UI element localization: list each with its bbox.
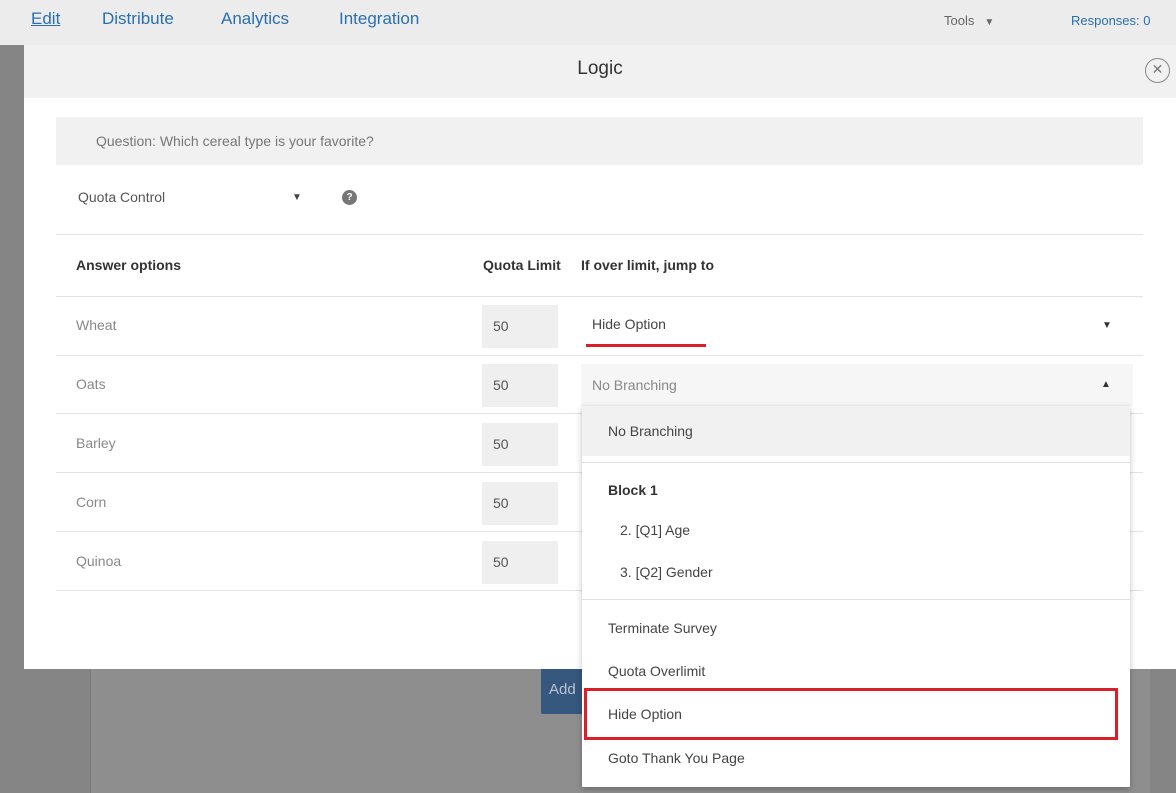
answer-option-label: Quinoa	[76, 553, 122, 569]
menu-item-quota-overlimit[interactable]: Quota Overlimit	[582, 663, 1130, 679]
menu-item-goto-thank-you-page[interactable]: Goto Thank You Page	[582, 750, 1130, 766]
red-highlight-box	[584, 688, 1118, 740]
jump-to-select-value: No Branching	[592, 377, 677, 393]
column-header-jump-to: If over limit, jump to	[581, 257, 715, 273]
modal-title: Logic	[577, 58, 623, 79]
column-header-answer-options: Answer options	[76, 257, 182, 273]
modal-header: Logic ✕	[24, 45, 1176, 98]
answer-option-label: Corn	[76, 494, 107, 510]
menu-divider	[582, 462, 1130, 463]
divider	[56, 296, 1143, 297]
menu-item-terminate-survey[interactable]: Terminate Survey	[582, 620, 1130, 636]
menu-item-no-branching[interactable]: No Branching	[582, 406, 1130, 456]
quota-limit-input[interactable]: 50	[482, 305, 558, 348]
quota-limit-input[interactable]: 50	[482, 541, 558, 584]
tools-label: Tools	[944, 13, 975, 28]
close-icon[interactable]: ✕	[1145, 58, 1170, 83]
background-add-label: Add	[549, 681, 576, 698]
menu-group-header: Block 1	[608, 482, 658, 498]
menu-item-question[interactable]: 3. [Q2] Gender	[582, 564, 1130, 580]
nav-tab-distribute[interactable]: Distribute	[102, 9, 174, 29]
chevron-down-icon[interactable]: ▼	[1102, 320, 1112, 331]
responses-count[interactable]: Responses: 0	[1071, 13, 1151, 28]
question-bar: Question: Which cereal type is your favo…	[56, 117, 1143, 165]
jump-to-dropdown-menu: No Branching Block 1 2. [Q1] Age 3. [Q2]…	[582, 406, 1130, 787]
chevron-down-icon: ▼	[984, 17, 995, 28]
quota-limit-input[interactable]: 50	[482, 423, 558, 466]
jump-to-select-open[interactable]: No Branching ▲	[581, 364, 1133, 406]
divider	[56, 234, 1143, 235]
red-underline-annotation	[586, 344, 706, 347]
nav-tab-analytics[interactable]: Analytics	[221, 9, 289, 29]
divider	[56, 355, 1143, 356]
chevron-up-icon[interactable]: ▲	[1101, 379, 1111, 390]
tools-menu[interactable]: Tools ▼	[944, 13, 994, 28]
answer-option-label: Oats	[76, 376, 106, 392]
menu-divider	[582, 599, 1130, 600]
answer-option-label: Barley	[76, 435, 116, 451]
quota-limit-input[interactable]: 50	[482, 364, 558, 407]
nav-tab-edit[interactable]: Edit	[31, 9, 60, 29]
question-text: Question: Which cereal type is your favo…	[96, 133, 374, 149]
jump-to-select[interactable]: Hide Option	[592, 316, 666, 332]
answer-option-label: Wheat	[76, 317, 117, 333]
nav-tab-integration[interactable]: Integration	[339, 9, 419, 29]
top-nav-bar: Edit Distribute Analytics Integration To…	[0, 0, 1176, 45]
logic-type-select[interactable]: Quota Control	[78, 189, 165, 205]
menu-item-question[interactable]: 2. [Q1] Age	[582, 522, 1130, 538]
help-icon[interactable]: ?	[342, 190, 357, 205]
chevron-down-icon[interactable]: ▼	[292, 192, 302, 203]
column-header-quota-limit: Quota Limit	[483, 257, 561, 273]
quota-limit-input[interactable]: 50	[482, 482, 558, 525]
